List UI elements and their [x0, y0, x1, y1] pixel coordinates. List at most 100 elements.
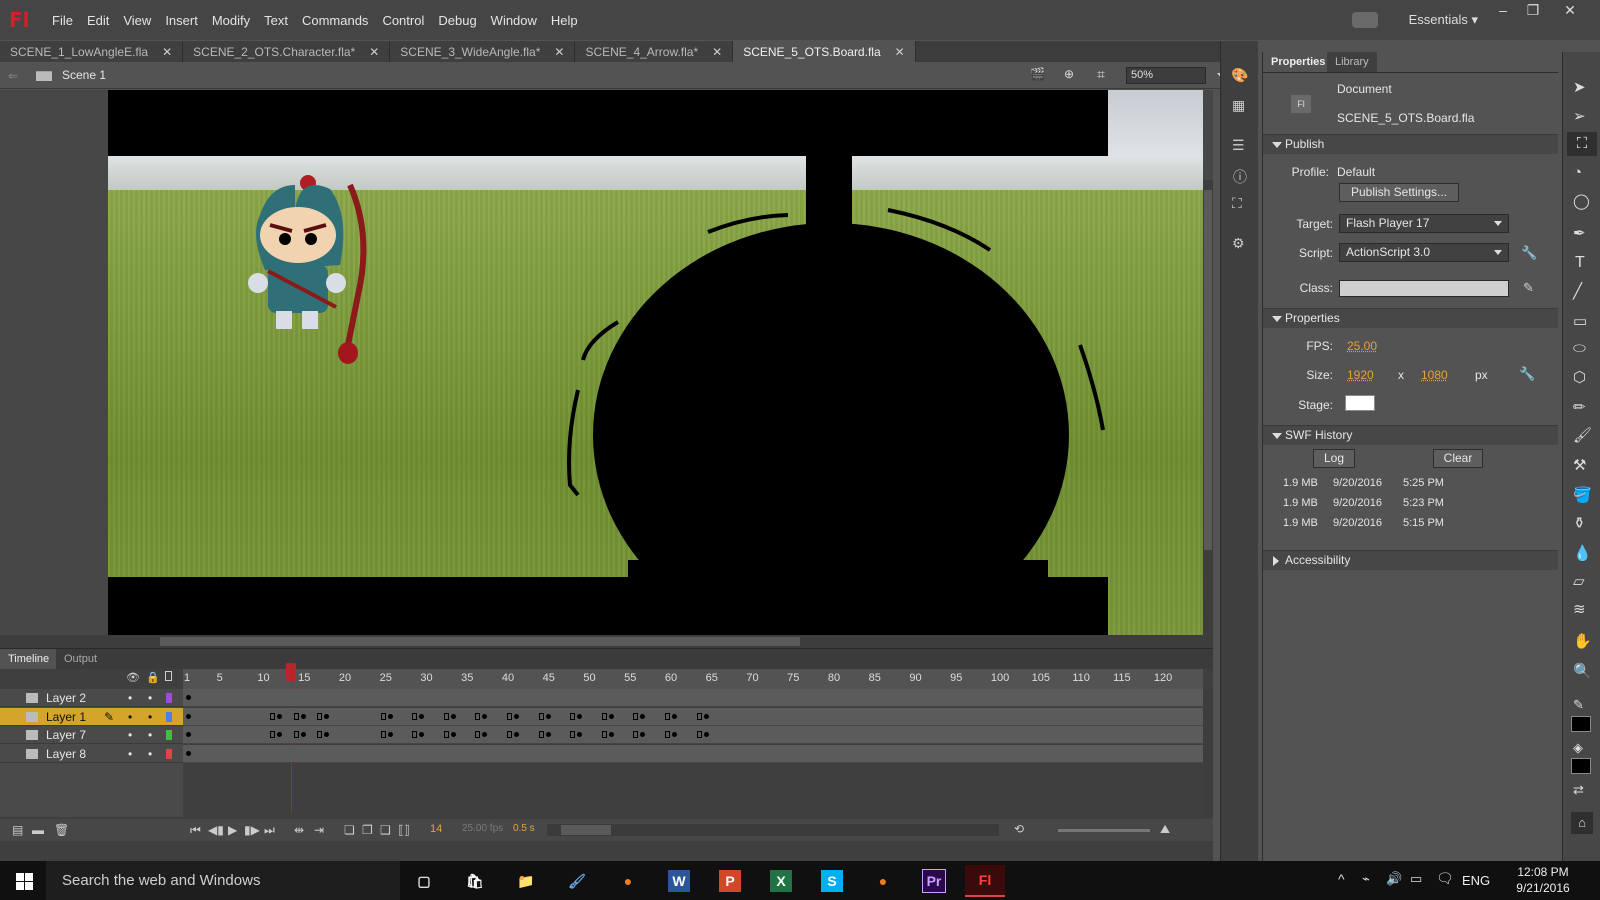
document-tab[interactable]: SCENE_2_OTS.Character.fla* ✕ — [183, 41, 391, 62]
document-tab[interactable]: SCENE_3_WideAngle.fla* ✕ — [390, 41, 576, 62]
frame-size-slider[interactable] — [1058, 829, 1150, 832]
keyframe[interactable] — [387, 732, 393, 737]
step-back-icon[interactable]: ◀▮ — [208, 823, 224, 837]
close-icon[interactable]: ✕ — [369, 45, 379, 59]
keyframe[interactable] — [671, 732, 677, 737]
keyframe[interactable] — [450, 732, 456, 737]
layer-row[interactable]: Layer 8 • • — [0, 745, 183, 763]
empty-keyframe[interactable] — [443, 731, 449, 738]
lock-dot[interactable]: • — [148, 689, 152, 707]
keyframe[interactable] — [300, 732, 306, 737]
rectangle-tool-icon[interactable]: ▭ — [1573, 312, 1587, 330]
close-window-button[interactable]: ✕ — [1555, 0, 1585, 20]
close-icon[interactable]: ✕ — [712, 45, 722, 59]
free-transform-tool-icon[interactable]: ⛶ — [1567, 132, 1597, 156]
frame-row[interactable] — [183, 689, 1203, 707]
fps-value[interactable]: 25.00 — [1347, 339, 1377, 353]
menu-file[interactable]: File — [45, 13, 80, 28]
size-wrench-icon[interactable]: 🔧 — [1519, 366, 1535, 382]
layer-color-swatch[interactable] — [166, 711, 172, 722]
clear-button[interactable]: Clear — [1433, 449, 1483, 468]
restore-button[interactable]: ❐ — [1518, 0, 1548, 20]
brush-tool-icon[interactable]: 🖌 — [1573, 426, 1592, 444]
empty-keyframe[interactable] — [696, 712, 702, 720]
keyframe[interactable] — [186, 713, 191, 719]
align-icon[interactable]: ☰ — [1232, 137, 1245, 154]
frame-ruler[interactable]: 1 5 10 15 20 25 30 35 40 45 50 55 60 65 70 75 80 85 90 95 10… — [183, 669, 1203, 689]
lock-dot[interactable]: • — [148, 726, 152, 744]
visibility-dot[interactable]: • — [128, 708, 132, 726]
publish-settings-button[interactable]: Publish Settings... — [1339, 183, 1459, 202]
menu-help[interactable]: Help — [544, 13, 585, 28]
taskbar-store-icon[interactable]: 🛍 — [455, 865, 495, 897]
height-value[interactable]: 1080 — [1421, 368, 1448, 382]
empty-keyframe[interactable] — [412, 712, 418, 720]
clock[interactable]: 12:08 PM 9/21/2016 — [1498, 864, 1588, 896]
transform-icon[interactable]: ⛶ — [1232, 195, 1242, 212]
battery-icon[interactable]: ▭ — [1410, 871, 1422, 887]
onion-skin-outlines-icon[interactable]: ❐ — [362, 823, 373, 837]
volume-icon[interactable]: 🔊 — [1386, 871, 1402, 887]
taskbar-word-icon[interactable]: W — [668, 870, 690, 892]
empty-keyframe[interactable] — [380, 712, 386, 720]
keyframe[interactable] — [186, 750, 191, 756]
lock-icon[interactable]: 🔒 — [146, 671, 160, 684]
eraser-tool-icon[interactable]: ▱ — [1573, 572, 1585, 590]
bone-tool-icon[interactable]: ⚒ — [1573, 456, 1586, 474]
stroke-color-swatch[interactable] — [1571, 716, 1591, 732]
elapsed-time[interactable]: 0.5 s — [513, 823, 535, 834]
new-folder-icon[interactable]: ▬ — [32, 823, 44, 837]
onion-skin-icon[interactable]: ❏ — [344, 823, 355, 837]
subselection-tool-icon[interactable]: ➢ — [1573, 107, 1586, 125]
menu-commands[interactable]: Commands — [295, 13, 375, 28]
script-dropdown[interactable]: ActionScript 3.0 — [1339, 243, 1509, 262]
zoom-tool-icon[interactable]: 🔍 — [1573, 662, 1592, 680]
vertical-scroll-thumb[interactable] — [1204, 190, 1212, 550]
keyframe[interactable] — [324, 713, 330, 719]
delete-layer-icon[interactable]: 🗑 — [54, 823, 69, 837]
empty-keyframe[interactable] — [633, 712, 639, 720]
keyframe[interactable] — [671, 713, 677, 719]
keyframe[interactable] — [608, 713, 614, 719]
empty-keyframe[interactable] — [475, 712, 481, 720]
menu-view[interactable]: View — [116, 13, 158, 28]
3d-rotation-tool-icon[interactable]: ◔ — [1573, 164, 1582, 181]
empty-keyframe[interactable] — [293, 712, 299, 720]
log-button[interactable]: Log — [1313, 449, 1355, 468]
taskbar-paint-icon[interactable]: 🖌 — [557, 865, 597, 897]
taskbar-powerpoint-icon[interactable]: P — [719, 870, 741, 892]
back-arrow-icon[interactable]: ⇐ — [8, 69, 18, 83]
taskbar-search[interactable]: Search the web and Windows — [46, 861, 400, 900]
windows-start-icon[interactable] — [16, 873, 33, 890]
taskbar-skype-icon[interactable]: S — [821, 870, 843, 892]
keyframe[interactable] — [186, 695, 191, 700]
document-tab[interactable]: SCENE_5_OTS.Board.fla ✕ — [733, 41, 916, 62]
keyframe[interactable] — [276, 713, 282, 719]
menu-text[interactable]: Text — [257, 13, 295, 28]
empty-keyframe[interactable] — [696, 731, 702, 738]
components-icon[interactable]: ⚙ — [1232, 235, 1245, 252]
menu-control[interactable]: Control — [375, 13, 431, 28]
keyframe[interactable] — [545, 713, 551, 719]
refresh-icon[interactable]: ⟲ — [1014, 822, 1024, 836]
close-icon[interactable]: ✕ — [554, 45, 564, 59]
width-value[interactable]: 1920 — [1347, 368, 1374, 382]
class-input[interactable] — [1339, 280, 1509, 297]
taskbar-firefox-icon[interactable]: ● — [608, 865, 648, 897]
paint-bucket-tool-icon[interactable]: 🪣 — [1573, 486, 1592, 504]
go-to-first-frame-icon[interactable]: ⏮ — [190, 823, 201, 838]
empty-keyframe[interactable] — [664, 731, 670, 738]
lock-dot[interactable]: • — [148, 745, 152, 763]
empty-keyframe[interactable] — [506, 731, 512, 738]
empty-keyframe[interactable] — [506, 712, 512, 720]
keyframe[interactable] — [482, 713, 488, 719]
empty-keyframe[interactable] — [269, 712, 275, 720]
frame-row[interactable] — [183, 707, 1203, 726]
keyframe[interactable] — [513, 713, 519, 719]
close-icon[interactable]: ✕ — [895, 45, 905, 59]
layer-row[interactable]: ✎ Layer 1 • • — [0, 707, 183, 726]
keyframe[interactable] — [186, 732, 191, 737]
info-icon[interactable]: ⓘ — [1233, 167, 1247, 187]
horizontal-scroll-thumb[interactable] — [160, 637, 800, 646]
frame-row[interactable] — [183, 726, 1203, 744]
